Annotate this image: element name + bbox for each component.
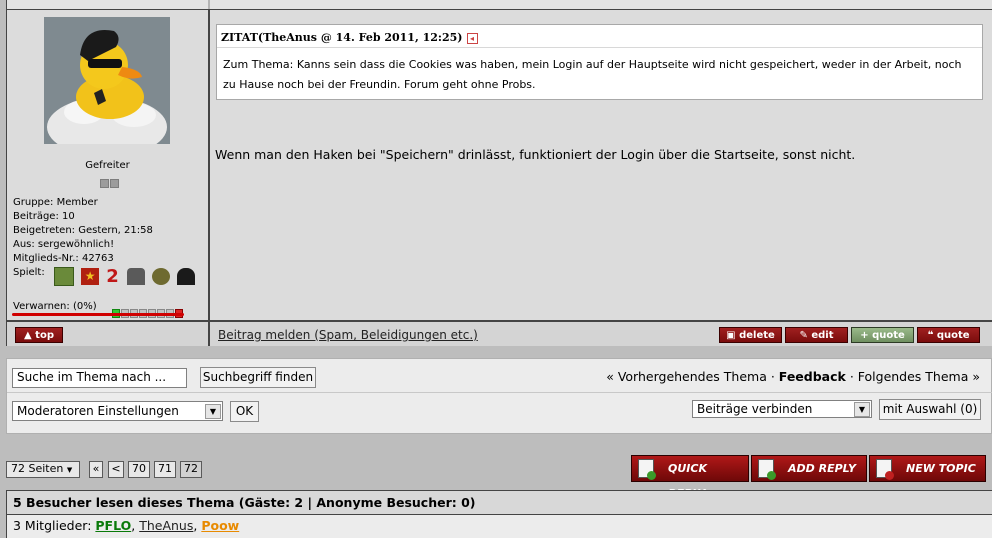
back-to-top-button[interactable]: ▲ top	[15, 327, 63, 343]
quote-icon: ❝	[927, 330, 937, 341]
edit-post-button[interactable]: ✎ edit	[785, 327, 848, 343]
number-two-game-icon: 2	[106, 266, 119, 287]
report-post-link[interactable]: Beitrag melden (Spam, Beleidigungen etc.…	[218, 328, 478, 342]
active-users-list: 3 Mitglieder: PFLO, TheAnus, Poow	[7, 515, 992, 538]
member-link[interactable]: TheAnus	[139, 518, 193, 533]
plus-icon: +	[860, 330, 873, 341]
multi-quote-button[interactable]: + quote	[851, 327, 914, 343]
member-link[interactable]: PFLO	[95, 518, 131, 533]
chevron-down-icon: ▼	[66, 466, 73, 474]
current-page[interactable]: 72	[180, 461, 202, 478]
chevron-down-icon: ▼	[854, 402, 870, 417]
delete-post-button[interactable]: ▣ delete	[719, 327, 782, 343]
panel-divider	[7, 392, 992, 393]
previous-topic-link[interactable]: « Vorhergehendes Thema	[606, 369, 767, 384]
page-link[interactable]: 71	[154, 461, 176, 478]
add-reply-button[interactable]: ADD REPLY	[751, 455, 867, 482]
search-topic-button[interactable]: Suchbegriff finden	[200, 367, 316, 388]
search-topic-input[interactable]: Suche im Thema nach ...	[12, 368, 187, 388]
grenade-game-icon	[152, 268, 171, 285]
quote-block: ZITAT(TheAnus @ 14. Feb 2011, 12:25) ◂ Zu…	[216, 24, 983, 100]
post-action-select[interactable]: Beiträge verbinden ▼	[692, 400, 872, 418]
quick-reply-button[interactable]: QUICK REPLY	[631, 455, 749, 500]
member-post-count: Beiträge: 10	[13, 211, 75, 222]
post-top-strip	[7, 0, 992, 9]
document-icon	[758, 459, 776, 480]
avatar[interactable]	[44, 17, 170, 144]
member-joined: Beigetreten: Gestern, 21:58	[13, 225, 153, 236]
active-users-header: 5 Besucher lesen dieses Thema (Gäste: 2 …	[7, 491, 992, 514]
money-game-icon	[54, 267, 74, 286]
member-plays-label: Spielt:	[13, 267, 45, 278]
silhouette-game-icon	[177, 268, 196, 285]
quote-author: ZITAT(TheAnus @ 14. Feb 2011, 12:25)	[221, 31, 463, 44]
game-icons: ★ 2	[54, 266, 197, 286]
soldier-game-icon	[127, 268, 146, 285]
member-location: Aus: sergewöhnlich!	[13, 239, 115, 250]
quote-post-button[interactable]: ❝ quote	[917, 327, 980, 343]
chevron-down-icon: ▼	[205, 404, 221, 419]
topic-navigation: « Vorhergehendes Thema · Feedback · Folg…	[606, 369, 980, 384]
member-group: Gruppe: Member	[13, 197, 98, 208]
next-topic-link[interactable]: Folgendes Thema »	[858, 369, 980, 384]
star-game-icon: ★	[81, 268, 100, 285]
forum-link[interactable]: Feedback	[779, 369, 846, 384]
moderator-options-select[interactable]: Moderatoren Einstellungen ▼	[12, 401, 223, 421]
member-number: Mitglieds-Nr.: 42763	[13, 253, 114, 264]
rank-pips	[100, 173, 120, 192]
document-icon	[876, 459, 894, 480]
edit-icon: ✎	[799, 330, 812, 341]
document-icon	[638, 459, 656, 480]
jump-to-quote-icon[interactable]: ◂	[466, 32, 478, 44]
new-topic-button[interactable]: NEW TOPIC	[869, 455, 986, 482]
moderator-ok-button[interactable]: OK	[230, 401, 259, 422]
quote-divider	[217, 47, 982, 48]
warn-level-link[interactable]: Verwarnen: (0%)	[13, 301, 97, 312]
previous-page-button[interactable]: <	[108, 461, 124, 478]
rank-title: Gefreiter	[85, 160, 130, 171]
first-page-button[interactable]: «	[89, 461, 103, 478]
post-body: Wenn man den Haken bei "Speichern" drinl…	[215, 147, 856, 162]
quote-header: ZITAT(TheAnus @ 14. Feb 2011, 12:25) ◂	[221, 31, 478, 44]
member-link[interactable]: Poow	[201, 518, 239, 533]
arrow-up-icon: ▲	[24, 330, 36, 341]
trash-icon: ▣	[726, 330, 740, 341]
quote-text: Zum Thema: Kanns sein dass die Cookies w…	[223, 58, 962, 91]
page-link[interactable]: 70	[128, 461, 150, 478]
apply-selection-button[interactable]: mit Auswahl (0)	[879, 399, 981, 420]
warn-underline	[12, 313, 184, 316]
pages-dropdown[interactable]: 72 Seiten ▼	[6, 461, 80, 478]
